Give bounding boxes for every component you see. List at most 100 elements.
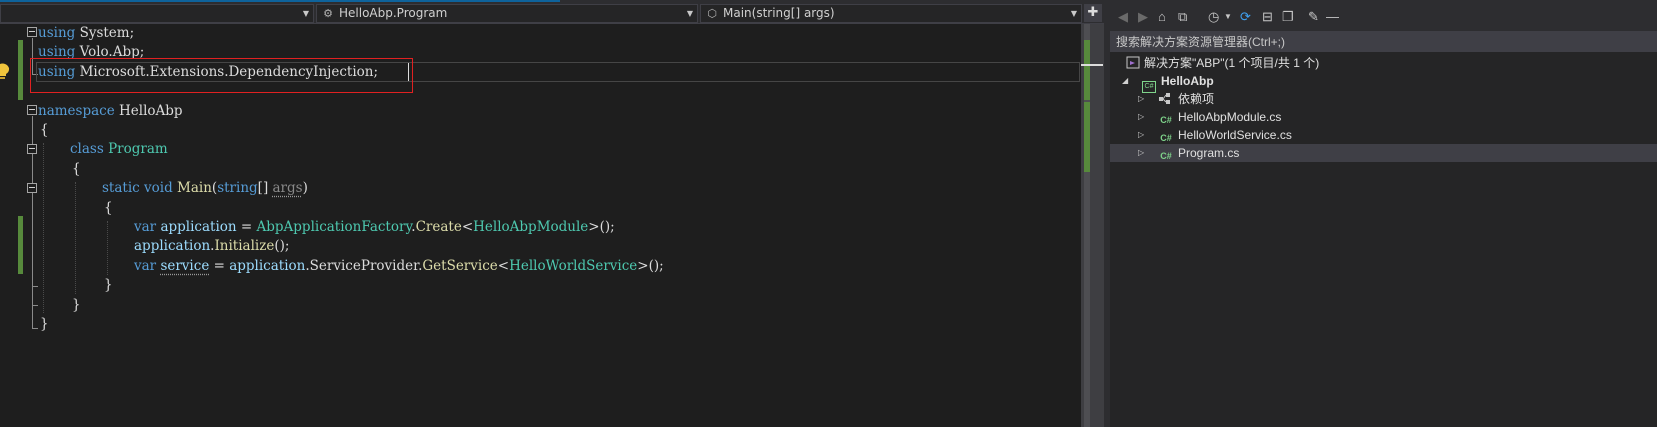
keyword: var	[134, 257, 157, 274]
file-label: Program.cs	[1178, 146, 1240, 160]
project-label: HelloAbp	[1161, 74, 1214, 88]
keyword: namespace	[38, 102, 115, 119]
punct: <	[497, 257, 510, 274]
brace: }	[104, 277, 113, 294]
type-name: HelloWorldService	[509, 257, 638, 274]
method-name: GetService	[422, 257, 498, 274]
keyword: string	[217, 180, 258, 197]
fold-line-end	[32, 328, 38, 329]
forward-icon[interactable]: ▶	[1138, 9, 1148, 25]
punct: ();	[274, 238, 290, 255]
tree-item-program[interactable]: ▷ C# Program.cs	[1110, 144, 1657, 162]
method-name: Main	[177, 180, 212, 197]
namespace-name: HelloAbp	[114, 102, 183, 119]
scrollbar-change-marker	[1084, 40, 1090, 100]
chevron-down-icon[interactable]: ▼	[1224, 9, 1232, 25]
code-line: var service = application.ServiceProvide…	[134, 257, 664, 276]
editor-vertical-scrollbar[interactable]	[1081, 24, 1104, 427]
keyword: static	[102, 180, 140, 197]
project-dropdown[interactable]: ▼	[0, 4, 314, 23]
collapse-icon[interactable]	[27, 183, 37, 193]
method-icon: ⬡	[707, 7, 717, 20]
split-editor-icon[interactable]: ✚	[1084, 4, 1102, 22]
punct: =	[236, 219, 257, 235]
punct: <	[461, 219, 474, 235]
file-label: HelloWorldService.cs	[1178, 128, 1292, 142]
highlight-annotation-box	[30, 58, 413, 93]
solution-explorer-search-input[interactable]: 搜索解决方案资源管理器(Ctrl+;)	[1110, 32, 1657, 52]
collapse-icon[interactable]	[27, 144, 37, 154]
code-line: }	[72, 296, 81, 315]
punct: )	[302, 180, 308, 197]
switch-views-icon[interactable]: ⧉	[1178, 9, 1187, 25]
punct: =	[209, 257, 230, 274]
collapsed-arrow-icon[interactable]: ▷	[1138, 144, 1148, 162]
code-line: application.Initialize();	[134, 237, 289, 256]
code-line: var application = AbpApplicationFactory.…	[134, 218, 615, 237]
brace: {	[72, 160, 81, 177]
code-line: static void Main(string[] args)	[102, 179, 308, 198]
solution-explorer: ◀ ▶ ⌂ ⧉ ◷ ▼ ⟳ ⊟ ❐ ✎ — 搜索解决方案资源管理器(Ctrl+;…	[1110, 0, 1657, 427]
code-text: System;	[75, 25, 135, 41]
code-line: {	[72, 160, 81, 179]
punct: []	[257, 180, 273, 197]
preview-icon[interactable]: —	[1326, 9, 1339, 25]
show-all-files-icon[interactable]: ❐	[1282, 9, 1294, 25]
variable-name: service	[160, 257, 210, 274]
keyword: var	[134, 219, 157, 235]
class-dropdown-label: HelloAbp.Program	[339, 6, 448, 20]
code-line: class Program	[70, 140, 168, 159]
pending-changes-filter-icon[interactable]: ◷	[1208, 9, 1219, 25]
collapsed-arrow-icon[interactable]: ▷	[1138, 90, 1148, 108]
chevron-down-icon: ▼	[1070, 9, 1077, 18]
tree-item-helloworldservice[interactable]: ▷ C# HelloWorldService.cs	[1110, 126, 1657, 144]
collapse-icon[interactable]	[27, 105, 37, 115]
sync-icon[interactable]: ⟳	[1240, 9, 1251, 25]
tree-item-dependencies[interactable]: ▷ 依赖项	[1110, 90, 1657, 108]
chevron-down-icon: ▼	[302, 9, 309, 18]
class-name: Program	[108, 141, 168, 158]
code-line: {	[40, 121, 49, 140]
indent-guide	[43, 143, 44, 313]
brace: {	[104, 199, 113, 216]
solution-icon	[1126, 56, 1140, 69]
collapse-all-icon[interactable]: ⊟	[1262, 9, 1273, 25]
dependencies-label: 依赖项	[1178, 92, 1215, 106]
code-line: namespace HelloAbp	[38, 102, 183, 121]
chevron-down-icon: ▼	[686, 9, 693, 18]
change-marker	[18, 40, 23, 100]
code-editor[interactable]: ▼ ⚙ HelloAbp.Program ▼ ⬡ Main(string[] arg…	[0, 0, 1105, 427]
properties-wrench-icon[interactable]: ✎	[1308, 9, 1319, 25]
type-name: AbpApplicationFactory	[256, 219, 412, 235]
expanded-arrow-icon[interactable]: ◢	[1122, 72, 1132, 90]
change-marker	[18, 216, 23, 274]
tree-item-project[interactable]: ◢ C# HelloAbp	[1110, 72, 1657, 93]
code-line: using System;	[38, 24, 134, 43]
class-dropdown[interactable]: ⚙ HelloAbp.Program ▼	[316, 4, 698, 23]
type-name: HelloAbpModule	[473, 219, 589, 235]
csharp-badge: C#	[1160, 115, 1172, 125]
scrollbar-change-marker	[1084, 102, 1090, 172]
member-dropdown[interactable]: ⬡ Main(string[] args) ▼	[700, 4, 1082, 23]
property-name: ServiceProvider	[309, 257, 419, 274]
lightbulb-icon[interactable]	[0, 62, 10, 80]
collapsed-arrow-icon[interactable]: ▷	[1138, 108, 1148, 126]
collapsed-arrow-icon[interactable]: ▷	[1138, 126, 1148, 144]
home-icon[interactable]: ⌂	[1158, 9, 1166, 25]
code-line: }	[104, 276, 113, 295]
tree-item-helloabpmodule[interactable]: ▷ C# HelloAbpModule.cs	[1110, 108, 1657, 126]
keyword: void	[144, 180, 173, 197]
member-dropdown-label: Main(string[] args)	[723, 6, 835, 20]
collapse-icon[interactable]	[27, 27, 37, 37]
variable-name: application	[160, 219, 237, 235]
solution-label: 解决方案"ABP"(1 个项目/共 1 个)	[1144, 56, 1320, 70]
variable-name: application	[134, 238, 211, 255]
keyword: using	[38, 25, 76, 41]
scrollbar-caret-marker	[1081, 64, 1103, 66]
search-placeholder: 搜索解决方案资源管理器(Ctrl+;)	[1116, 35, 1285, 49]
tree-item-solution[interactable]: 解决方案"ABP"(1 个项目/共 1 个)	[1110, 54, 1657, 72]
navigation-bar: ▼ ⚙ HelloAbp.Program ▼ ⬡ Main(string[] arg…	[0, 2, 1104, 24]
back-icon[interactable]: ◀	[1118, 9, 1128, 25]
solution-explorer-toolbar: ◀ ▶ ⌂ ⧉ ◷ ▼ ⟳ ⊟ ❐ ✎ —	[1110, 0, 1657, 32]
class-icon: ⚙	[323, 7, 333, 20]
